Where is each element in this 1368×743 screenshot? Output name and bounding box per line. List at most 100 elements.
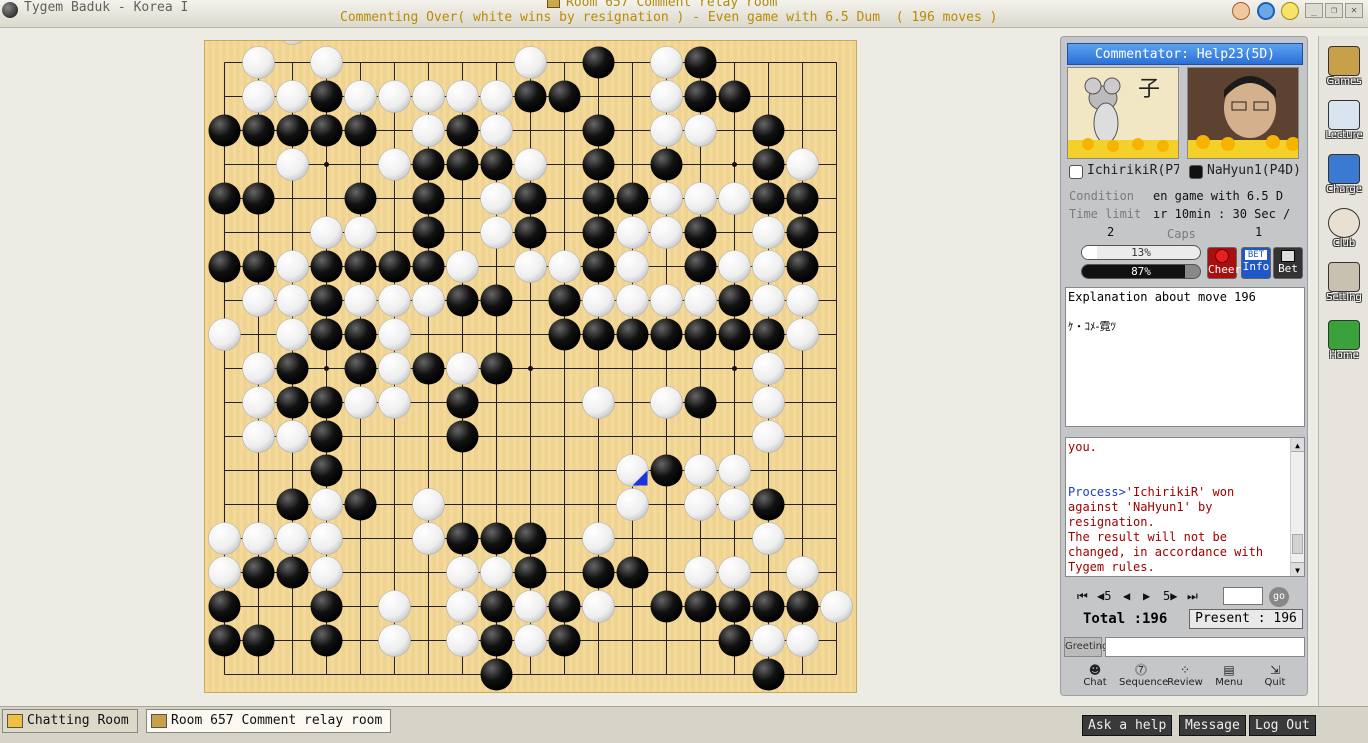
sequence-tool-button[interactable]: ⓻ Sequence bbox=[1119, 663, 1168, 693]
white-stone bbox=[752, 522, 785, 555]
black-stone bbox=[242, 182, 275, 215]
log-out-button[interactable]: Log Out bbox=[1249, 715, 1316, 736]
white-stone bbox=[310, 488, 343, 521]
ask-help-button[interactable]: Ask a help bbox=[1082, 715, 1173, 736]
review-tool-label: Review bbox=[1167, 677, 1203, 688]
sidebar-club[interactable]: Club bbox=[1321, 206, 1367, 256]
greeting-input[interactable] bbox=[1105, 637, 1305, 657]
black-stone bbox=[786, 590, 819, 623]
black-stone bbox=[310, 318, 343, 351]
star-point bbox=[732, 162, 737, 167]
sidebar-games[interactable]: Games bbox=[1321, 44, 1367, 94]
white-stone bbox=[276, 522, 309, 555]
move-number-input[interactable] bbox=[1223, 587, 1263, 605]
go-board[interactable] bbox=[204, 40, 857, 693]
white-stone bbox=[242, 386, 275, 419]
white-stone bbox=[480, 182, 513, 215]
chat-tool-button[interactable]: ☻ Chat bbox=[1073, 663, 1117, 693]
white-stone bbox=[446, 250, 479, 283]
menu-tool-button[interactable]: ▤ Menu bbox=[1207, 663, 1251, 693]
white-player-name: IchirikiR(P7 bbox=[1087, 163, 1179, 178]
dice-icon bbox=[1281, 250, 1295, 262]
white-stone bbox=[786, 148, 819, 181]
last-move-button[interactable]: ⏭ bbox=[1187, 589, 1198, 604]
scroll-up-icon[interactable]: ▲ bbox=[1291, 438, 1304, 452]
edit-icon[interactable] bbox=[1232, 2, 1250, 20]
white-win-gauge: 13% bbox=[1081, 245, 1201, 260]
chat-line: you. bbox=[1068, 440, 1097, 454]
present-move: Present : 196 bbox=[1189, 609, 1303, 629]
black-stone-indicator bbox=[1189, 165, 1203, 179]
scroll-thumb[interactable] bbox=[1292, 534, 1303, 554]
black-stone bbox=[208, 250, 241, 283]
black-stone bbox=[310, 454, 343, 487]
first-move-button[interactable]: ⏮ bbox=[1077, 589, 1088, 604]
white-stone bbox=[650, 284, 683, 317]
white-stone bbox=[684, 114, 717, 147]
black-stone bbox=[718, 80, 751, 113]
black-stone bbox=[548, 80, 581, 113]
black-stone bbox=[650, 148, 683, 181]
black-stone bbox=[208, 624, 241, 657]
close-button[interactable]: ✕ bbox=[1345, 3, 1363, 18]
white-stone bbox=[684, 284, 717, 317]
star-point bbox=[732, 366, 737, 371]
black-stone bbox=[752, 488, 785, 521]
scroll-down-icon[interactable]: ▼ bbox=[1291, 562, 1304, 576]
bet-info-button[interactable]: BET Info bbox=[1241, 247, 1271, 279]
black-stone bbox=[514, 556, 547, 589]
commentator-title: Commentator: Help23(5D) bbox=[1067, 43, 1303, 65]
search-icon[interactable] bbox=[1257, 2, 1275, 20]
black-stone bbox=[412, 352, 445, 385]
white-stone bbox=[752, 284, 785, 317]
forward-5-button[interactable]: 5▶ bbox=[1163, 589, 1177, 603]
club-people-icon bbox=[1328, 208, 1360, 238]
sidebar-charge[interactable]: Charge bbox=[1321, 152, 1367, 202]
white-stone bbox=[208, 522, 241, 555]
black-stone bbox=[684, 590, 717, 623]
go-button[interactable]: go bbox=[1269, 587, 1289, 607]
back-5-button[interactable]: ◀5 bbox=[1097, 589, 1111, 603]
cheer-button[interactable]: Cheer bbox=[1207, 247, 1241, 279]
black-stone bbox=[276, 352, 309, 385]
white-stone bbox=[310, 216, 343, 249]
minimize-button[interactable]: _ bbox=[1305, 3, 1323, 18]
black-stone bbox=[344, 488, 377, 521]
black-stone bbox=[548, 590, 581, 623]
white-player-avatar: 子 bbox=[1067, 67, 1179, 159]
condition-label: Condition bbox=[1069, 189, 1135, 203]
white-stone bbox=[310, 46, 343, 79]
white-captures: 2 bbox=[1107, 225, 1115, 239]
greeting-label: Greeting bbox=[1064, 637, 1108, 657]
tab-chatting-room[interactable]: Chatting Room bbox=[2, 709, 138, 733]
white-stone bbox=[276, 318, 309, 351]
white-stone-indicator bbox=[1069, 165, 1083, 179]
sidebar-lecture[interactable]: Lecture bbox=[1321, 98, 1367, 148]
black-stone bbox=[752, 318, 785, 351]
black-stone bbox=[718, 624, 751, 657]
black-stone bbox=[616, 556, 649, 589]
tab-comment-room[interactable]: Room 657 Comment relay room bbox=[146, 709, 392, 733]
white-stone bbox=[378, 284, 411, 317]
white-stone bbox=[344, 80, 377, 113]
black-stone bbox=[650, 590, 683, 623]
chat-log: you. Process>'IchirikiR' won against 'Na… bbox=[1065, 437, 1305, 577]
white-stone bbox=[480, 556, 513, 589]
message-button[interactable]: Message bbox=[1179, 715, 1246, 736]
quit-tool-button[interactable]: ⇲ Quit bbox=[1253, 663, 1297, 693]
black-stone bbox=[514, 216, 547, 249]
sidebar-setting[interactable]: Setting bbox=[1321, 260, 1367, 310]
black-stone bbox=[378, 250, 411, 283]
sidebar-home[interactable]: Home bbox=[1321, 318, 1367, 368]
forward-button[interactable]: ▶ bbox=[1143, 589, 1150, 603]
black-stone bbox=[752, 658, 785, 691]
back-button[interactable]: ◀ bbox=[1123, 589, 1130, 603]
bet-button[interactable]: Bet bbox=[1273, 247, 1303, 279]
restore-button[interactable]: ❐ bbox=[1325, 3, 1343, 18]
black-stone bbox=[412, 250, 445, 283]
title-bar: Tygem Baduk - Korea I Room 657 Comment r… bbox=[0, 0, 1368, 28]
chat-scrollbar[interactable]: ▲ ▼ bbox=[1290, 438, 1304, 576]
review-tool-button[interactable]: ⁘ Review bbox=[1163, 663, 1207, 693]
black-stone bbox=[310, 386, 343, 419]
hint-bulb-icon[interactable] bbox=[1281, 2, 1299, 20]
